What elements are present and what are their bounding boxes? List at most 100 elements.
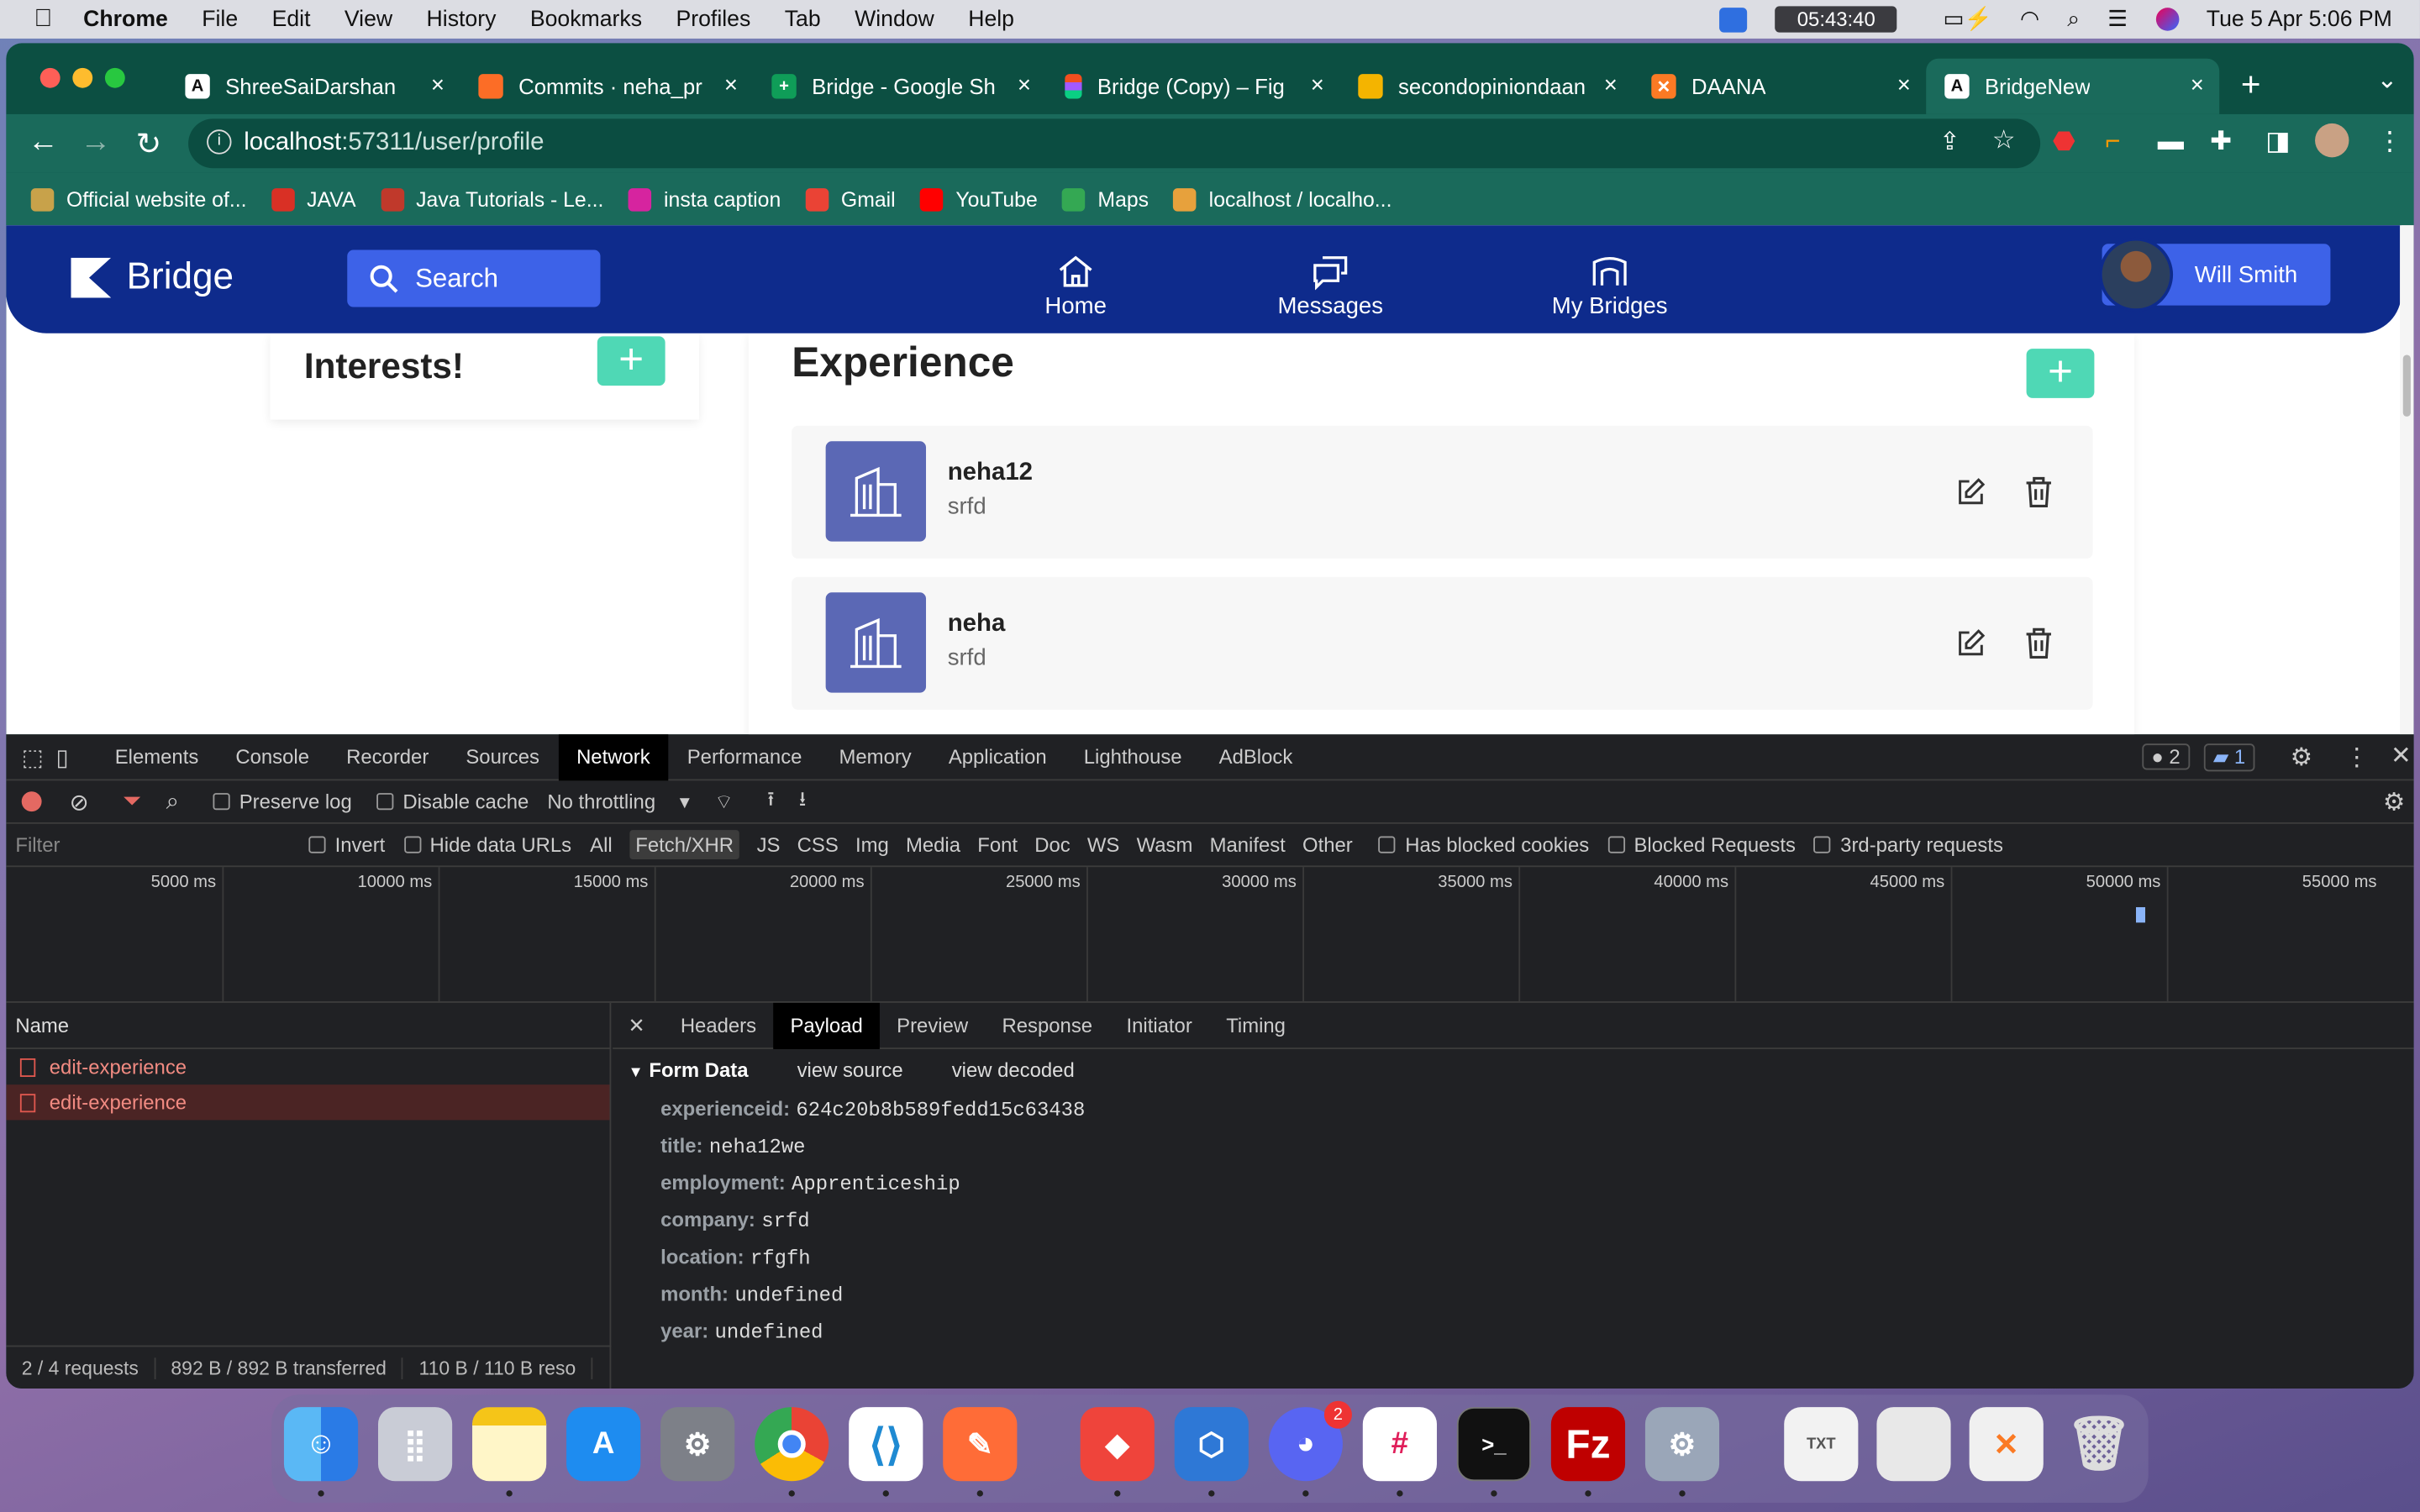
filter-type-all[interactable]: All bbox=[590, 833, 613, 857]
device-toolbar-icon[interactable]: ▯ bbox=[55, 743, 68, 770]
postman-icon[interactable]: ✎ bbox=[943, 1407, 1018, 1482]
filter-type-img[interactable]: Img bbox=[855, 833, 889, 857]
scrollbar-thumb[interactable] bbox=[2402, 354, 2411, 417]
detail-tab-initiator[interactable]: Initiator bbox=[1109, 1002, 1209, 1048]
devtools-tab-elements[interactable]: Elements bbox=[97, 733, 218, 780]
trash-icon[interactable]: 🗑 bbox=[2062, 1407, 2136, 1481]
menu-file[interactable]: File bbox=[202, 7, 238, 31]
menu-help[interactable]: Help bbox=[968, 7, 1014, 31]
user-menu-button[interactable]: Will Smith bbox=[2098, 237, 2331, 312]
anydesk-icon[interactable]: ◆ bbox=[1080, 1407, 1155, 1482]
devtools-tab-sources[interactable]: Sources bbox=[447, 733, 558, 780]
close-tab-icon[interactable]: × bbox=[1018, 72, 1031, 98]
filter-input[interactable]: Filter bbox=[15, 833, 284, 857]
devtools-tab-lighthouse[interactable]: Lighthouse bbox=[1065, 733, 1201, 780]
bookmark-item[interactable]: Gmail bbox=[805, 187, 896, 211]
puzzle-extensions-icon[interactable]: ✚ bbox=[2210, 127, 2232, 158]
disable-cache-checkbox[interactable]: Disable cache bbox=[376, 790, 529, 813]
devtools-tab-memory[interactable]: Memory bbox=[820, 733, 929, 780]
network-timeline[interactable]: 5000 ms 10000 ms 15000 ms 20000 ms 25000… bbox=[6, 867, 2414, 1003]
menu-edit[interactable]: Edit bbox=[272, 7, 311, 31]
network-settings-gear-icon[interactable]: ⚙ bbox=[2383, 787, 2405, 818]
bookmark-item[interactable]: insta caption bbox=[628, 187, 781, 211]
request-row[interactable]: edit-experience bbox=[6, 1084, 610, 1121]
filter-type-manifest[interactable]: Manifest bbox=[1210, 833, 1286, 857]
apple-icon[interactable]:  bbox=[34, 5, 52, 33]
siri-icon[interactable] bbox=[2155, 8, 2179, 31]
view-source-link[interactable]: view source bbox=[797, 1058, 903, 1082]
detail-tab-preview[interactable]: Preview bbox=[880, 1002, 985, 1048]
forward-arrow-icon[interactable]: → bbox=[81, 125, 112, 160]
filter-type-media[interactable]: Media bbox=[906, 833, 960, 857]
detail-tab-timing[interactable]: Timing bbox=[1209, 1002, 1302, 1048]
nav-messages[interactable]: Messages bbox=[1269, 253, 1392, 319]
preserve-log-checkbox[interactable]: Preserve log bbox=[213, 790, 352, 813]
hide-data-urls-checkbox[interactable]: Hide data URLs bbox=[403, 833, 571, 856]
filter-type-ws[interactable]: WS bbox=[1087, 833, 1119, 857]
tab-secondopinion[interactable]: secondopiniondaan × bbox=[1339, 59, 1633, 114]
bookmark-item[interactable]: Java Tutorials - Le... bbox=[380, 187, 603, 211]
vscode-icon[interactable]: ⟨⟩ bbox=[849, 1407, 923, 1482]
nav-home[interactable]: Home bbox=[1037, 253, 1114, 319]
notes-icon[interactable] bbox=[472, 1407, 547, 1482]
system-preferences-icon[interactable]: ⚙ bbox=[660, 1407, 735, 1482]
devtools-tab-performance[interactable]: Performance bbox=[669, 733, 821, 780]
clear-icon[interactable]: ⊘ bbox=[70, 788, 89, 815]
inspect-element-icon[interactable]: ⬚ bbox=[22, 743, 44, 770]
finder-icon[interactable]: ☺ bbox=[283, 1407, 359, 1482]
devtools-tab-adblock[interactable]: AdBlock bbox=[1201, 733, 1312, 780]
throttling-select[interactable]: No throttling ▾ bbox=[547, 789, 689, 813]
adblock-extension-icon[interactable]: ⬣ bbox=[2053, 127, 2075, 158]
trash-icon[interactable] bbox=[2022, 625, 2055, 669]
search-icon[interactable]: ⌕ bbox=[166, 789, 179, 815]
xampp-icon[interactable]: ✕ bbox=[1969, 1407, 2044, 1482]
blocked-requests-checkbox[interactable]: Blocked Requests bbox=[1607, 833, 1796, 856]
bridge-logo[interactable]: Bridge bbox=[71, 256, 234, 299]
menu-bookmarks[interactable]: Bookmarks bbox=[530, 7, 642, 31]
nav-my-bridges[interactable]: My Bridges bbox=[1544, 253, 1676, 319]
pulse-icon[interactable]: ⬡ bbox=[1174, 1407, 1249, 1482]
menu-app-name[interactable]: Chrome bbox=[83, 7, 168, 31]
import-har-icon[interactable]: ⭱ bbox=[767, 785, 774, 818]
tab-bridgenew[interactable]: A BridgeNew × bbox=[1926, 58, 2220, 114]
bookmark-item[interactable]: localhost / localho... bbox=[1173, 187, 1392, 211]
share-icon[interactable]: ⇪ bbox=[1939, 127, 1960, 158]
reload-icon[interactable]: ↻ bbox=[136, 125, 162, 164]
search-button[interactable]: Search bbox=[347, 249, 601, 307]
filter-type-doc[interactable]: Doc bbox=[1034, 833, 1070, 857]
record-icon[interactable] bbox=[21, 791, 42, 812]
menu-history[interactable]: History bbox=[427, 7, 497, 31]
close-tab-icon[interactable]: × bbox=[1897, 72, 1911, 98]
spotlight-search-icon[interactable]: ⌕ bbox=[2067, 7, 2080, 31]
new-tab-button[interactable]: + bbox=[2241, 65, 2261, 105]
chrome-menu-icon[interactable]: ⋮ bbox=[2377, 127, 2403, 158]
detail-tab-response[interactable]: Response bbox=[985, 1002, 1109, 1048]
invert-checkbox[interactable]: Invert bbox=[308, 833, 385, 856]
devtools-tab-network[interactable]: Network bbox=[558, 733, 669, 780]
spreadsheet-icon[interactable] bbox=[1876, 1407, 1951, 1482]
menu-profiles[interactable]: Profiles bbox=[676, 7, 750, 31]
devtools-tab-console[interactable]: Console bbox=[217, 733, 328, 780]
menubar-datetime[interactable]: Tue 5 Apr 5:06 PM bbox=[2207, 7, 2392, 31]
export-har-icon[interactable]: ⭳ bbox=[799, 785, 806, 818]
edit-icon[interactable] bbox=[1954, 475, 1987, 517]
devtools-tab-recorder[interactable]: Recorder bbox=[328, 733, 447, 780]
site-info-icon[interactable]: i bbox=[207, 129, 232, 155]
app-store-icon[interactable]: A bbox=[566, 1407, 641, 1482]
close-tab-icon[interactable]: × bbox=[431, 72, 445, 98]
bookmark-item[interactable]: Maps bbox=[1062, 187, 1149, 211]
extension-icon[interactable]: ⌐ bbox=[2105, 127, 2120, 158]
filter-type-wasm[interactable]: Wasm bbox=[1137, 833, 1193, 857]
issues-counter[interactable]: ● 2 bbox=[2142, 743, 2190, 770]
third-party-checkbox[interactable]: 3rd-party requests bbox=[1813, 833, 2003, 856]
filter-funnel-icon[interactable]: ⏷ bbox=[123, 789, 141, 815]
close-tab-icon[interactable]: × bbox=[2191, 72, 2204, 98]
filter-type-other[interactable]: Other bbox=[1302, 833, 1353, 857]
add-experience-button[interactable]: + bbox=[2026, 348, 2095, 398]
settings-gear-icon[interactable]: ⚙ bbox=[2291, 742, 2312, 773]
address-bar[interactable]: i localhost:57311/user/profile ⇪ ☆ bbox=[188, 118, 2041, 169]
filter-type-fetch-xhr[interactable]: Fetch/XHR bbox=[629, 830, 740, 860]
blocked-cookies-checkbox[interactable]: Has blocked cookies bbox=[1378, 833, 1589, 856]
settings-icon[interactable]: ⚙ bbox=[1644, 1407, 1720, 1482]
battery-icon[interactable]: ▭⚡ bbox=[1944, 6, 1992, 32]
